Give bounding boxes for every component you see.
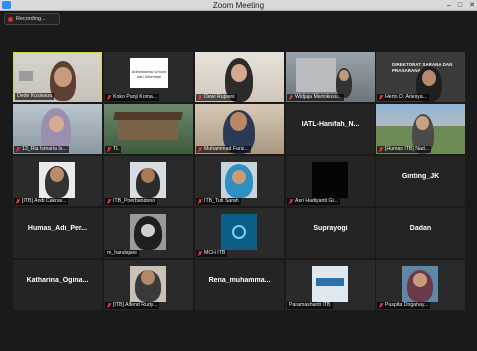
mic-muted-icon [198,147,202,152]
participant-tile[interactable]: Suprayogi [286,208,375,258]
participant-tile[interactable]: m_handajani [104,208,193,258]
mic-muted-icon [107,95,111,100]
mic-muted-icon [198,199,202,204]
participant-tile[interactable]: ITB_Poerbandono [104,156,193,206]
participant-tile[interactable]: [ITB] Alfend Rudy... [104,260,193,310]
mic-muted-icon [107,147,111,152]
participant-tile[interactable]: Dadan [376,208,465,258]
mic-muted-icon [198,95,202,100]
participant-name-label: Humas_Adi_Per... [27,225,88,232]
participant-tile[interactable]: Dede Kosiwara [13,52,102,102]
participant-name-label: Dadan [409,225,432,232]
participant-name-label: Rena_muhamma... [208,277,271,284]
participant-tile[interactable]: DIREKTORAT SARANA DAN PRASARANA Herto D.… [376,52,465,102]
participant-tile[interactable]: Katharina_Ogina... [13,260,102,310]
participant-tile[interactable]: IATL-Hanifah_N... [286,104,375,154]
participant-name: [ITB] Alfend Rudy... [105,302,160,309]
participant-tile[interactable]: [ITB] Andi Cakrav... [13,156,102,206]
participant-name: Dewi Rupiani [196,94,237,101]
participant-name: Koko Panji Koma... [105,94,160,101]
participant-tile[interactable]: Ginting_JK [376,156,465,206]
participant-name: [ITB] Andi Cakrav... [14,198,69,205]
participant-tile[interactable]: Puspita Dirgahay... [376,260,465,310]
participant-tile[interactable]: ITB_Tuti Sarah [195,156,284,206]
mic-muted-icon [379,147,383,152]
mic-muted-icon [289,95,293,100]
window-controls: – □ ✕ [447,0,475,11]
participant-tile[interactable]: Asri Hadiyanti Gi... [286,156,375,206]
participant-name: Paramashanti ITB [287,302,333,309]
participant-tile[interactable]: Dewi Rupiani [195,52,284,102]
mic-muted-icon [107,199,111,204]
mic-muted-icon [379,303,383,308]
participant-name-label: Suprayogi [313,225,348,232]
participant-tile[interactable]: Paramashanti ITB [286,260,375,310]
participant-name: Asri Hadiyanti Gi... [287,198,340,205]
participant-name: Dede Kosiwara [15,93,55,100]
recording-dot-icon [8,16,13,22]
participant-name: [Humas ITB] Nad... [377,146,432,153]
minimize-button[interactable]: – [447,0,451,11]
mic-muted-icon [379,95,383,100]
participant-name: Herto D. Ariesya... [377,94,430,101]
participant-tile[interactable]: Humas_Adi_Per... [13,208,102,258]
maximize-button[interactable]: □ [458,0,462,11]
recording-label: Recording... [16,16,46,22]
shared-slide: Administrasi Umum dan Informasi [130,58,168,88]
recording-indicator[interactable]: Recording... [4,13,60,25]
window-title: Zoom Meeting [212,1,265,10]
participant-tile[interactable]: TL [104,104,193,154]
mic-muted-icon [198,251,202,256]
participant-name: Puspita Dirgahay... [377,302,431,309]
participant-name: ITB_Poerbandono [105,198,158,205]
participant-name: MCH ITB [196,250,228,257]
mic-muted-icon [16,147,20,152]
participant-tile[interactable]: MCH ITB [195,208,284,258]
participant-tile[interactable]: [Humas ITB] Nad... [376,104,465,154]
participant-name: Muhammad Fariz... [196,146,251,153]
participant-name: 13_Ria Ismaria Is... [14,146,69,153]
mic-muted-icon [289,199,293,204]
participant-name-label: IATL-Hanifah_N... [301,121,360,128]
participant-tile[interactable]: Administrasi Umum dan Informasi Koko Pan… [104,52,193,102]
participant-name-label: Katharina_Ogina... [26,277,89,284]
participant-tile[interactable]: Rena_muhamma... [195,260,284,310]
participant-name: Widjaja Martokusu... [287,94,344,101]
participant-name-label: Ginting_JK [401,173,440,180]
participant-tile[interactable]: 13_Ria Ismaria Is... [13,104,102,154]
mic-muted-icon [16,199,20,204]
participant-tile[interactable]: Muhammad Fariz... [195,104,284,154]
participant-name: ITB_Tuti Sarah [196,198,241,205]
title-bar: Zoom Meeting – □ ✕ [0,0,477,11]
participant-name: m_handajani [105,250,139,257]
participant-name: TL [105,146,122,153]
close-button[interactable]: ✕ [469,0,475,11]
participant-tile[interactable]: Widjaja Martokusu... [286,52,375,102]
mic-muted-icon [107,303,111,308]
